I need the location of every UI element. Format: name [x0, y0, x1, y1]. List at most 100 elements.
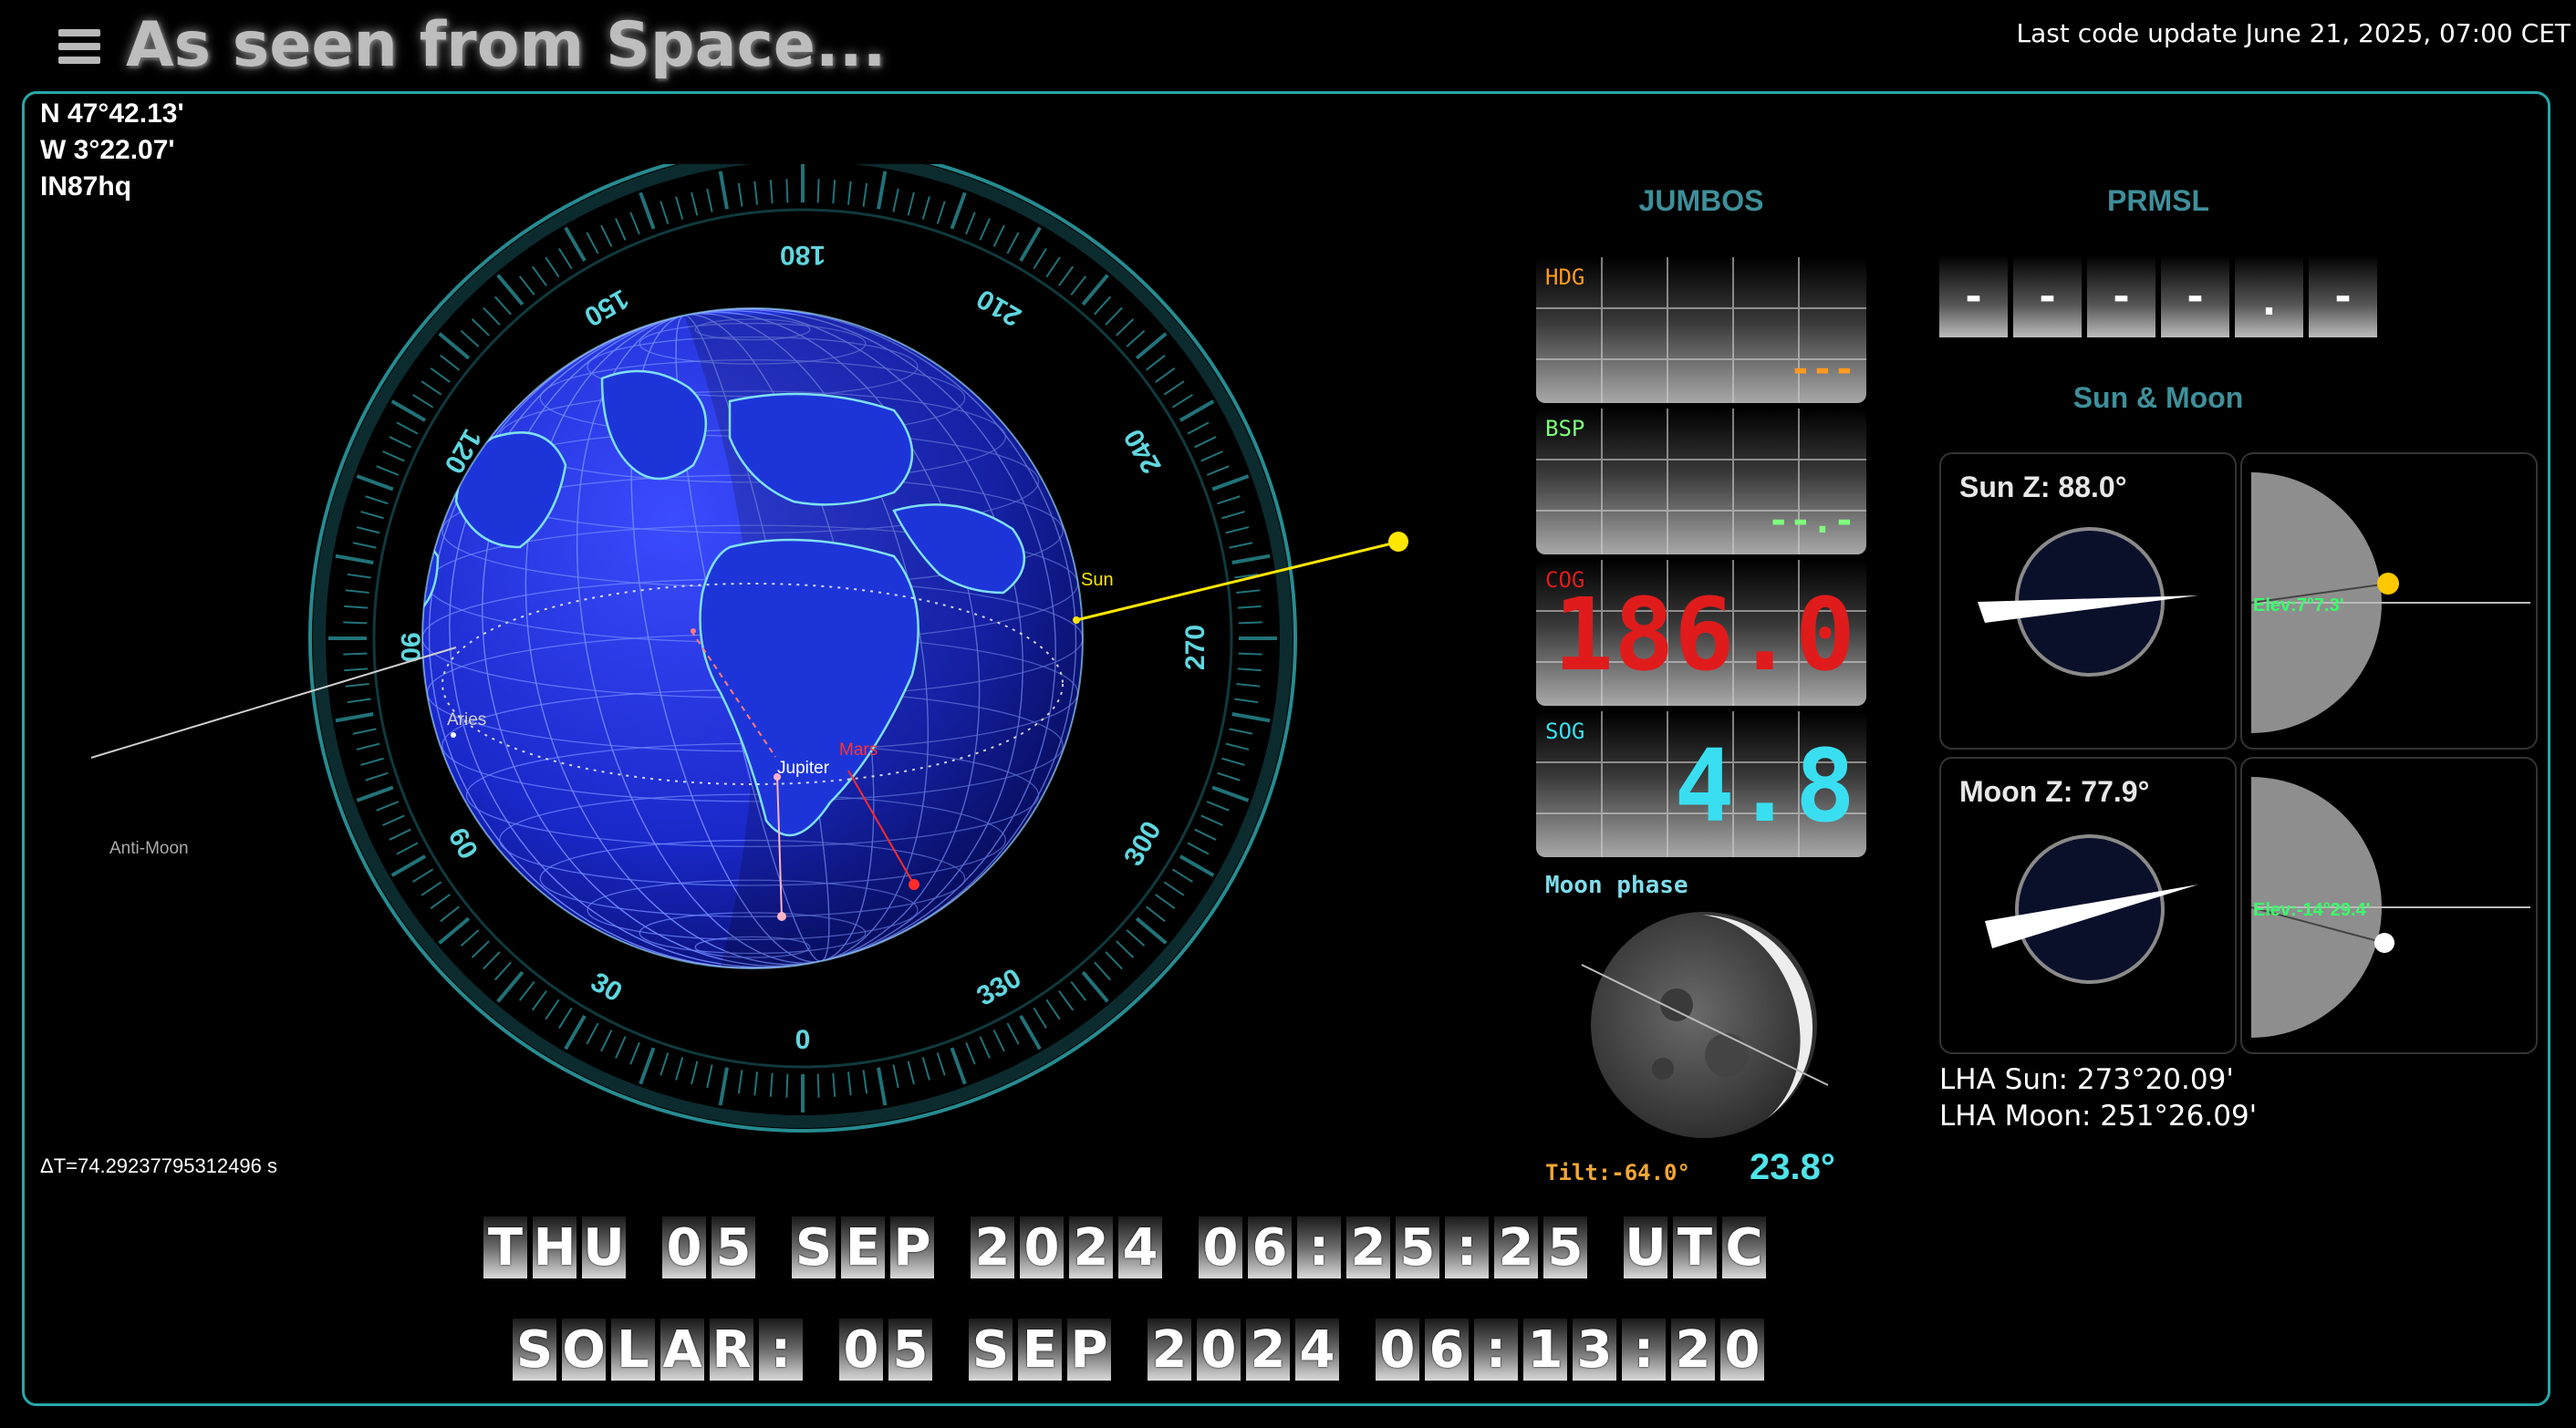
flip-digit: 4: [1295, 1319, 1339, 1381]
compass-label: 270: [1180, 625, 1210, 670]
mars-subpoint[interactable]: [909, 879, 919, 890]
flip-digit: 2: [1246, 1319, 1290, 1381]
flip-digit: 4: [1118, 1216, 1162, 1278]
flip-digit: T: [1673, 1216, 1717, 1278]
flip-digit: 2: [1346, 1216, 1390, 1278]
menu-icon[interactable]: [58, 26, 100, 67]
subsolar-marker[interactable]: [691, 628, 696, 634]
strip-gap: [761, 1216, 786, 1278]
jumbo-sog: SOG 4.8: [1536, 711, 1866, 857]
prmsl-digit: -: [2087, 255, 2155, 337]
sun-elev-panel: Elev:7°7.3': [2240, 452, 2538, 750]
jumbo-bsp: BSP --.-: [1536, 409, 1866, 554]
flip-digit: S: [969, 1319, 1013, 1381]
moon-phase-image: [1581, 912, 1829, 1138]
moon-z-panel: Moon Z: 77.9°: [1939, 757, 2237, 1054]
flip-digit: T: [483, 1216, 527, 1278]
flip-digit: U: [1624, 1216, 1667, 1278]
sun-label: Sun: [1081, 570, 1114, 590]
flip-digit: 2: [971, 1216, 1014, 1278]
prmsl-digit: -: [2013, 255, 2082, 337]
jumbo-value: 4.8: [1674, 728, 1855, 844]
delta-t: ΔT=74.29237795312496 s: [40, 1154, 277, 1177]
moon-tilt: Tilt:-64.0°: [1545, 1160, 1690, 1185]
sun-elev-marker: [2377, 573, 2399, 595]
flip-digit: 2: [1671, 1319, 1715, 1381]
aries-label: Aries: [447, 710, 486, 730]
flip-digit: L: [611, 1319, 655, 1381]
sun-z-panel: Sun Z: 88.0°: [1939, 452, 2237, 750]
aries-marker[interactable]: [451, 732, 456, 738]
compass-label: 0: [795, 1025, 811, 1055]
jumbo-label: BSP: [1545, 416, 1585, 441]
compass-label: 60: [442, 823, 483, 864]
jumbo-value: --.-: [1767, 500, 1855, 542]
lha-sun: LHA Sun: 273°20.09': [1939, 1063, 2234, 1096]
longitude: W 3°22.07': [40, 135, 175, 165]
strip-gap: [1168, 1216, 1193, 1278]
flip-digit: 2: [1148, 1319, 1191, 1381]
strip-gap: [631, 1216, 657, 1278]
moon-elev-label: Elev:-14°29.4': [2253, 900, 2370, 920]
sun-moon-title: Sun & Moon: [2072, 381, 2244, 414]
jumbos-title: JUMBOS: [1638, 184, 1764, 217]
strip-gap: [1593, 1216, 1618, 1278]
strip-gap: [808, 1319, 834, 1381]
jumbo-value: 186.0: [1553, 576, 1855, 693]
moon-phase-angle: 23.8°: [1750, 1147, 1835, 1187]
flip-digit: 5: [888, 1319, 932, 1381]
flip-digit: 5: [712, 1216, 755, 1278]
flip-digit: O: [562, 1319, 606, 1381]
flip-digit: :: [1297, 1216, 1341, 1278]
flip-digit: 0: [1376, 1319, 1419, 1381]
jumbo-label: HDG: [1545, 264, 1585, 290]
flip-digit: 0: [662, 1216, 706, 1278]
flip-digit: 2: [1069, 1216, 1113, 1278]
sun-marker[interactable]: [1388, 532, 1408, 552]
latitude: N 47°42.13': [40, 98, 184, 129]
flip-digit: P: [1067, 1319, 1111, 1381]
app-title: As seen from Space...: [126, 9, 887, 81]
flip-digit: S: [792, 1216, 836, 1278]
solar-date-display: SOLAR:05SEP202406:13:20: [513, 1319, 1764, 1381]
utc-date-display: THU05SEP202406:25:25UTC: [483, 1216, 1766, 1278]
moon-phase-label: Moon phase: [1545, 872, 1688, 899]
compass-label: 300: [1118, 816, 1168, 871]
prmsl-digit: -: [1939, 255, 2008, 337]
flip-digit: 5: [1396, 1216, 1439, 1278]
flip-digit: P: [890, 1216, 934, 1278]
sun-subpoint[interactable]: [1073, 616, 1080, 624]
compass-label: 210: [971, 283, 1026, 332]
flip-digit: 0: [1020, 1216, 1064, 1278]
prmsl-digit: -: [2309, 255, 2377, 337]
jupiter-marker[interactable]: [774, 773, 781, 781]
mars-label: Mars: [839, 740, 878, 760]
flip-digit: 6: [1425, 1319, 1469, 1381]
strip-gap: [940, 1216, 965, 1278]
update-note: Last code update June 21, 2025, 07:00 CE…: [2016, 18, 2571, 48]
flip-digit: 0: [1720, 1319, 1764, 1381]
jumbo-label: SOG: [1545, 719, 1585, 744]
flip-digit: E: [1018, 1319, 1062, 1381]
prmsl-title: PRMSL: [2107, 184, 2209, 217]
strip-gap: [1345, 1319, 1370, 1381]
jupiter-subpoint[interactable]: [777, 912, 786, 921]
compass-label: 150: [579, 283, 634, 332]
jumbo-cog: COG 186.0: [1536, 560, 1866, 706]
moon-elev-marker: [2374, 933, 2394, 953]
compass-label: 330: [971, 963, 1026, 1012]
compass-label: 30: [586, 967, 627, 1008]
flip-digit: R: [710, 1319, 753, 1381]
lha-moon: LHA Moon: 251°26.09': [1939, 1100, 2258, 1133]
moon-elev-panel: Elev:-14°29.4': [2240, 757, 2538, 1054]
prmsl-digit: .: [2235, 255, 2303, 337]
strip-gap: [938, 1319, 963, 1381]
jumbo-value: ---: [1789, 348, 1855, 390]
anti-moon-label: Anti-Moon: [109, 839, 189, 858]
prmsl-display: ----.-: [1939, 255, 2377, 337]
flip-digit: H: [533, 1216, 576, 1278]
flip-digit: A: [660, 1319, 704, 1381]
flip-digit: 5: [1543, 1216, 1587, 1278]
jumbo-hdg: HDG ---: [1536, 257, 1866, 403]
globe-view[interactable]: 0306090120150180210240270300330 Sun Arie…: [91, 164, 1459, 1149]
